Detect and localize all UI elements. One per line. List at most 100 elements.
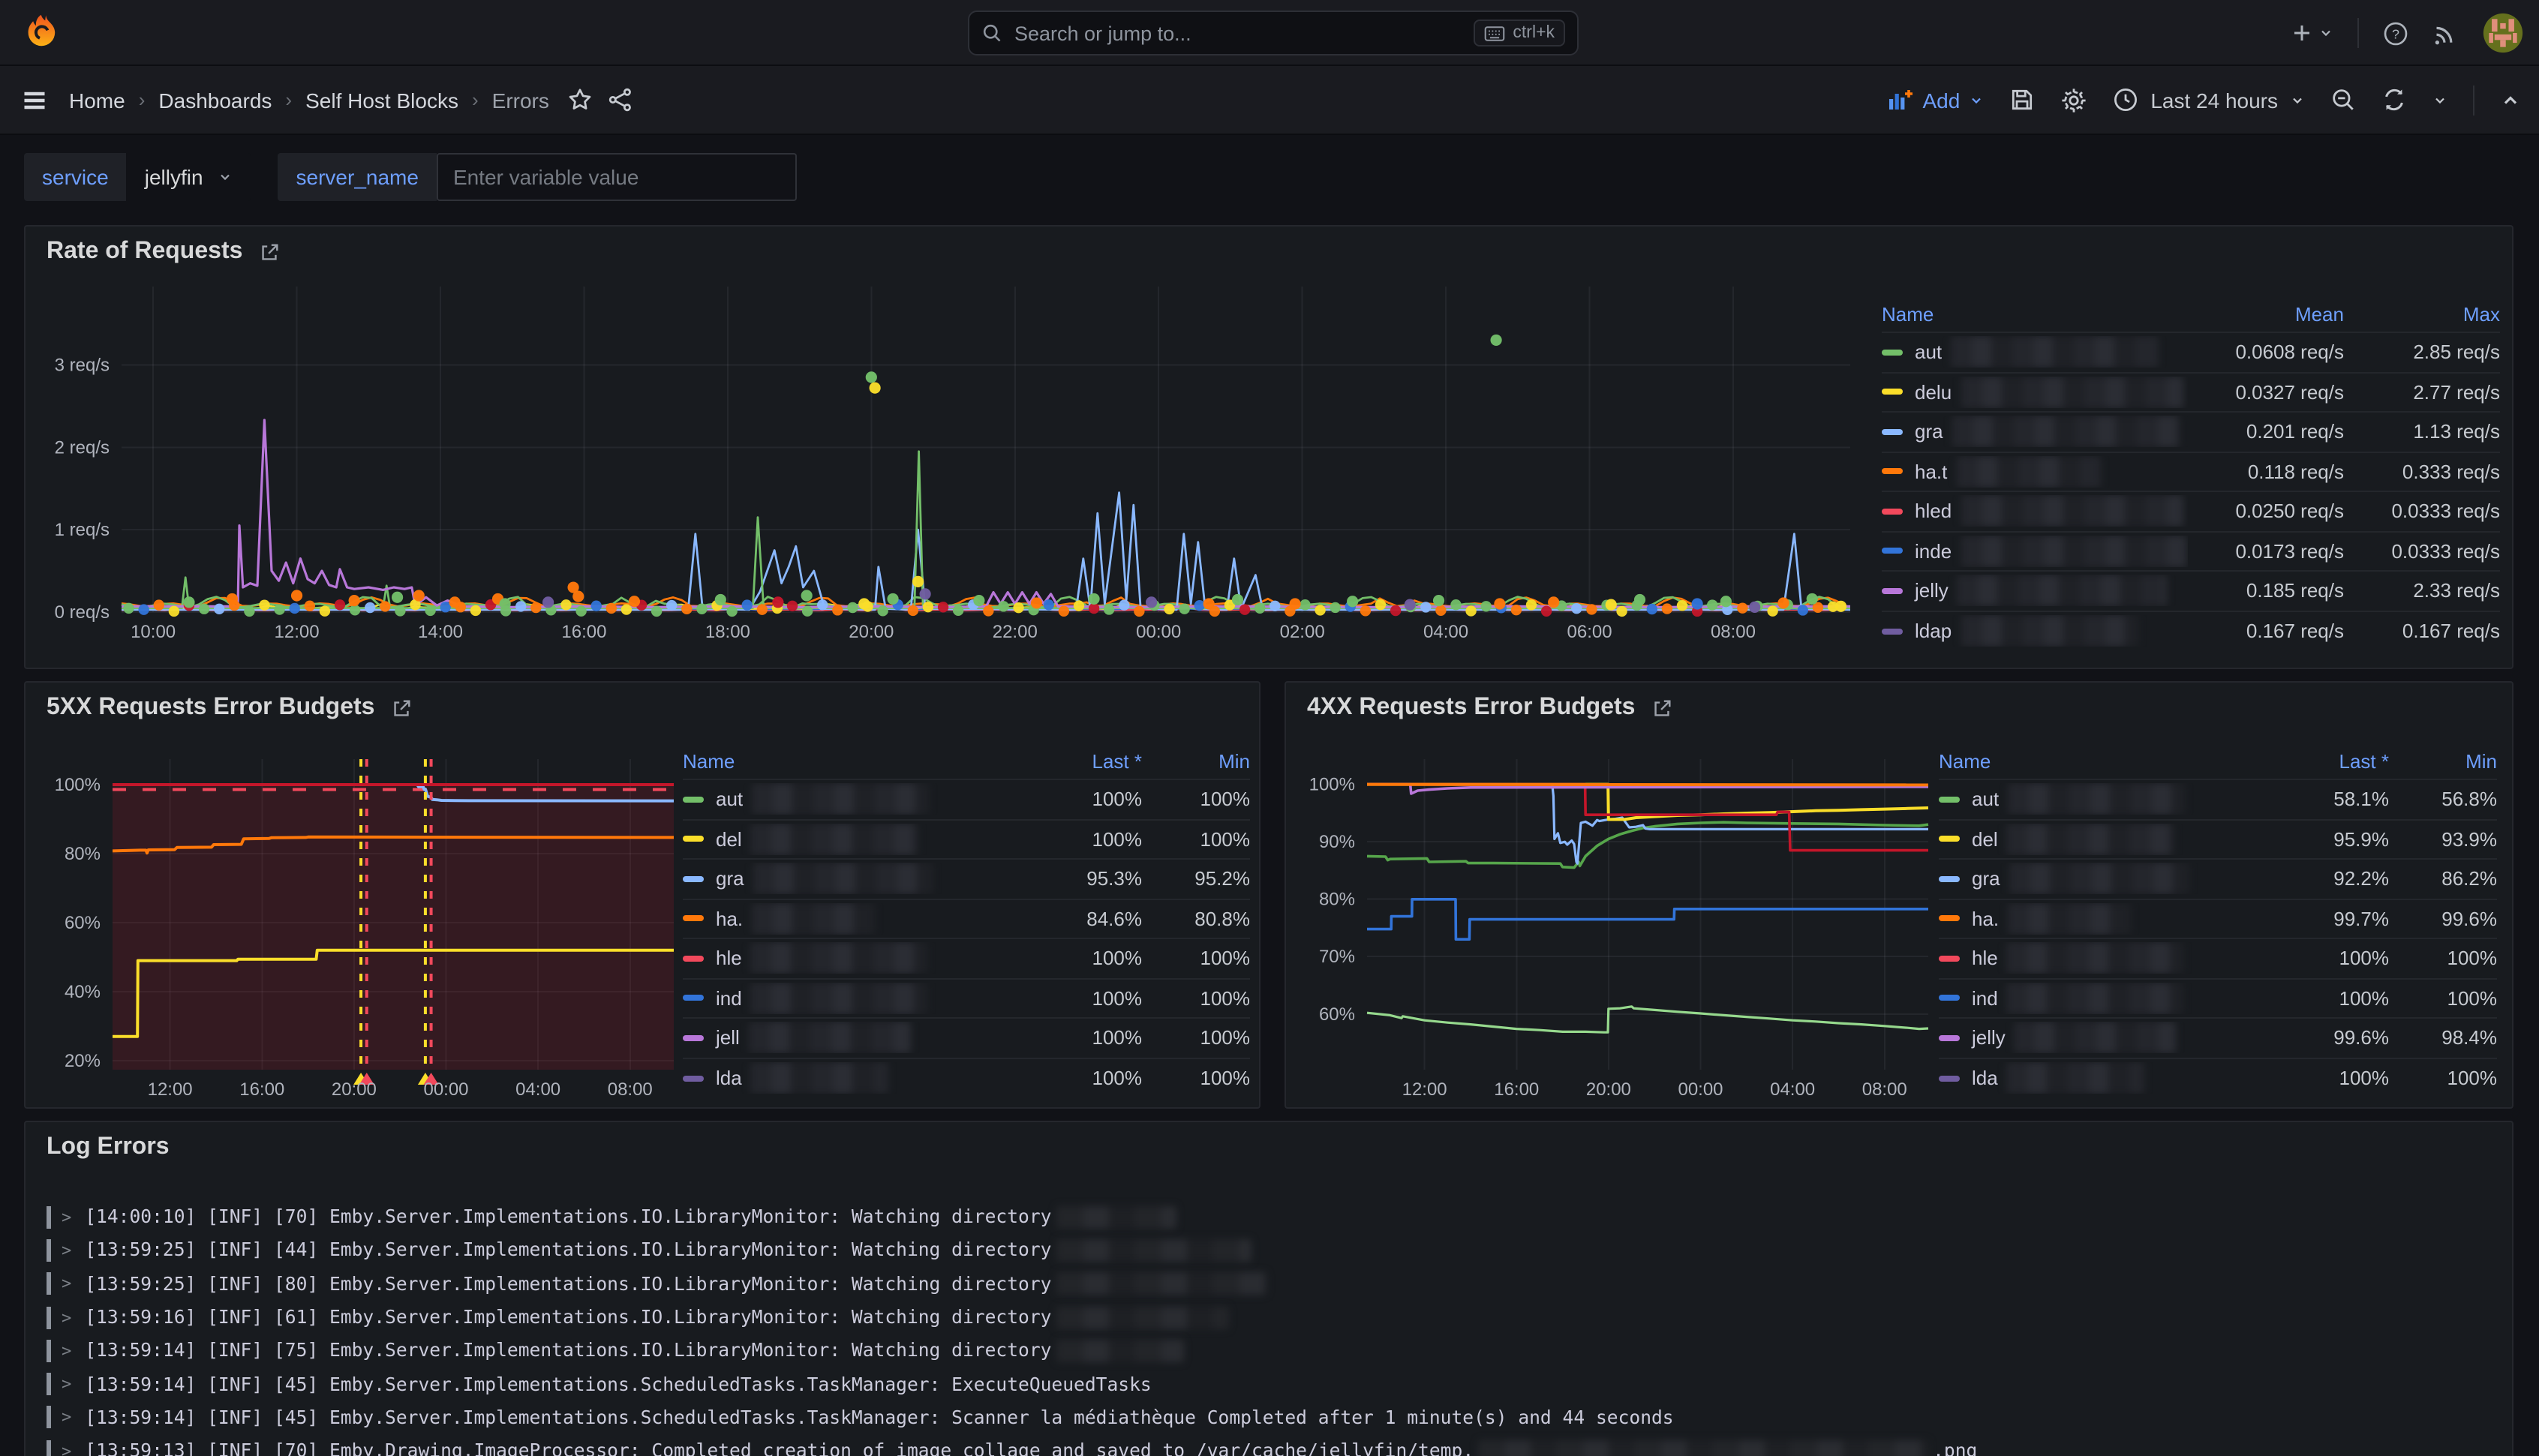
legend-col-min[interactable]: Min — [2389, 749, 2497, 772]
expand-row-icon[interactable]: > — [62, 1274, 71, 1293]
series-color-swatch — [1882, 588, 1903, 594]
zoom-out-button[interactable] — [2330, 87, 2356, 113]
series-name[interactable]: del — [683, 824, 1034, 855]
favorite-button[interactable] — [567, 87, 593, 113]
external-link-icon[interactable] — [389, 697, 412, 719]
expand-row-icon[interactable]: > — [62, 1307, 71, 1327]
redacted-text — [1961, 377, 2183, 408]
dashboard-settings-button[interactable] — [2060, 86, 2087, 113]
breadcrumb-item-self-host-blocks[interactable]: Self Host Blocks — [305, 88, 458, 112]
panel-title[interactable]: 4XX Requests Error Budgets — [1286, 683, 2512, 734]
series-name[interactable]: lda — [1939, 1063, 2281, 1094]
log-message: [13:59:25] [INF] [44] Emby.Server.Implem… — [85, 1240, 1051, 1261]
refresh-interval-dropdown[interactable] — [2432, 92, 2447, 107]
series-name[interactable]: hle — [1939, 943, 2281, 974]
add-panel-button[interactable]: Add — [1888, 88, 1984, 112]
series-name[interactable]: lda — [683, 1063, 1034, 1094]
external-link-icon[interactable] — [257, 241, 280, 263]
expand-row-icon[interactable]: > — [62, 1241, 71, 1260]
news-button[interactable] — [2432, 20, 2458, 46]
legend-col-name[interactable]: Name — [683, 749, 1034, 772]
legend-row: jell100%100% — [683, 1019, 1250, 1058]
time-range-picker[interactable]: Last 24 hours — [2113, 87, 2305, 113]
series-name[interactable]: jell — [683, 1022, 1034, 1054]
legend-col-name[interactable]: Name — [1939, 749, 2281, 772]
variable-server-name-input[interactable] — [437, 153, 797, 201]
series-color-swatch — [1882, 389, 1903, 395]
refresh-button[interactable] — [2381, 87, 2407, 113]
series-name[interactable]: ha. — [1939, 903, 2281, 935]
search-box[interactable]: ctrl+k — [968, 11, 1579, 56]
series-name[interactable]: inde — [1882, 536, 2188, 567]
collapse-toolbar-button[interactable] — [2500, 89, 2521, 110]
log-row[interactable]: >[13:59:14] [INF] [75] Emby.Server.Imple… — [47, 1334, 2497, 1367]
expand-row-icon[interactable]: > — [62, 1207, 71, 1226]
help-button[interactable]: ? — [2383, 20, 2408, 46]
legend-col-last[interactable]: Last * — [2281, 749, 2389, 772]
legend-col-name[interactable]: Name — [1882, 302, 2188, 325]
4xx-error-budget-chart[interactable]: 60%70%80%90%100%12:0016:0020:0000:0004:0… — [1298, 734, 1943, 1101]
svg-text:70%: 70% — [1319, 947, 1355, 967]
series-color-swatch — [683, 797, 704, 803]
series-color-swatch — [1939, 797, 1960, 803]
variable-service-select[interactable]: jellyfin — [127, 153, 251, 201]
log-row[interactable]: >[13:59:13] [INF] [70] Emby.Drawing.Imag… — [47, 1434, 2497, 1456]
menu-button[interactable] — [21, 86, 48, 113]
series-name[interactable]: aut — [1939, 784, 2281, 815]
share-button[interactable] — [608, 87, 633, 113]
series-name[interactable]: aut — [1882, 337, 2188, 368]
series-name[interactable]: delu — [1882, 377, 2188, 408]
log-row[interactable]: >[13:59:14] [INF] [45] Emby.Server.Imple… — [47, 1401, 2497, 1435]
search-input[interactable] — [1014, 22, 1462, 44]
series-name[interactable]: gra — [1939, 863, 2281, 895]
legend-col-max[interactable]: Max — [2344, 302, 2500, 325]
series-name[interactable]: ha. — [683, 903, 1034, 935]
svg-text:16:00: 16:00 — [239, 1079, 284, 1100]
svg-text:02:00: 02:00 — [1280, 622, 1325, 642]
expand-row-icon[interactable]: > — [62, 1441, 71, 1456]
log-row[interactable]: >[13:59:14] [INF] [45] Emby.Server.Imple… — [47, 1367, 2497, 1401]
panel-title[interactable]: 5XX Requests Error Budgets — [26, 683, 1259, 734]
breadcrumb-item-home[interactable]: Home — [69, 88, 125, 112]
expand-row-icon[interactable]: > — [62, 1374, 71, 1394]
series-name[interactable]: ha.t — [1882, 456, 2188, 488]
log-row[interactable]: >[13:59:16] [INF] [61] Emby.Server.Imple… — [47, 1301, 2497, 1334]
legend-col-mean[interactable]: Mean — [2188, 302, 2344, 325]
grafana-logo-icon[interactable] — [24, 13, 63, 52]
log-row[interactable]: > [13:59:25] [INF] [44] Emby.Server.Imple… — [47, 1234, 2497, 1268]
series-name[interactable]: ldap — [1882, 616, 2188, 647]
legend-table: NameLast *Minaut58.1%56.8%del95.9%93.9%g… — [1939, 743, 2497, 1098]
redacted-text — [2007, 983, 2184, 1014]
series-name[interactable]: jelly — [1882, 575, 2188, 607]
series-name[interactable]: jelly — [1939, 1022, 2281, 1054]
rate-of-requests-chart[interactable]: 0 req/s1 req/s2 req/s3 req/s10:0012:0014… — [38, 278, 1876, 656]
expand-row-icon[interactable]: > — [62, 1408, 71, 1427]
expand-row-icon[interactable]: > — [62, 1341, 71, 1361]
legend-col-last[interactable]: Last * — [1034, 749, 1142, 772]
series-name-prefix: gra — [1915, 421, 1943, 443]
series-name[interactable]: gra — [1882, 416, 2188, 448]
series-name[interactable]: ind — [683, 983, 1034, 1014]
series-name[interactable]: aut — [683, 784, 1034, 815]
series-name[interactable]: gra — [683, 863, 1034, 895]
avatar[interactable] — [2482, 12, 2524, 54]
series-color-swatch — [683, 836, 704, 842]
panel-title[interactable]: Log Errors — [26, 1122, 2512, 1173]
dashboard-toolbar: Home›Dashboards›Self Host Blocks›Errors … — [0, 66, 2539, 135]
log-row[interactable]: >[13:59:25] [INF] [80] Emby.Server.Imple… — [47, 1267, 2497, 1301]
series-name[interactable]: ind — [1939, 983, 2281, 1014]
log-row[interactable]: >[14:00:10] [INF] [70] Emby.Server.Imple… — [47, 1200, 2497, 1234]
panel-title[interactable]: Rate of Requests — [26, 227, 2512, 278]
series-name-prefix: delu — [1915, 381, 1952, 404]
save-dashboard-button[interactable] — [2009, 87, 2035, 113]
breadcrumb-item-dashboards[interactable]: Dashboards — [158, 88, 272, 112]
new-button[interactable] — [2290, 21, 2333, 45]
series-name[interactable]: hled — [1882, 496, 2188, 527]
legend-col-min[interactable]: Min — [1142, 749, 1250, 772]
5xx-error-budget-chart[interactable]: 20%40%60%80%100%12:0016:0020:0000:0004:0… — [38, 734, 690, 1101]
series-name[interactable]: del — [1939, 824, 2281, 855]
svg-text:80%: 80% — [65, 844, 101, 864]
chevron-down-icon — [2318, 26, 2333, 41]
external-link-icon[interactable] — [1650, 697, 1672, 719]
series-name[interactable]: hle — [683, 943, 1034, 974]
